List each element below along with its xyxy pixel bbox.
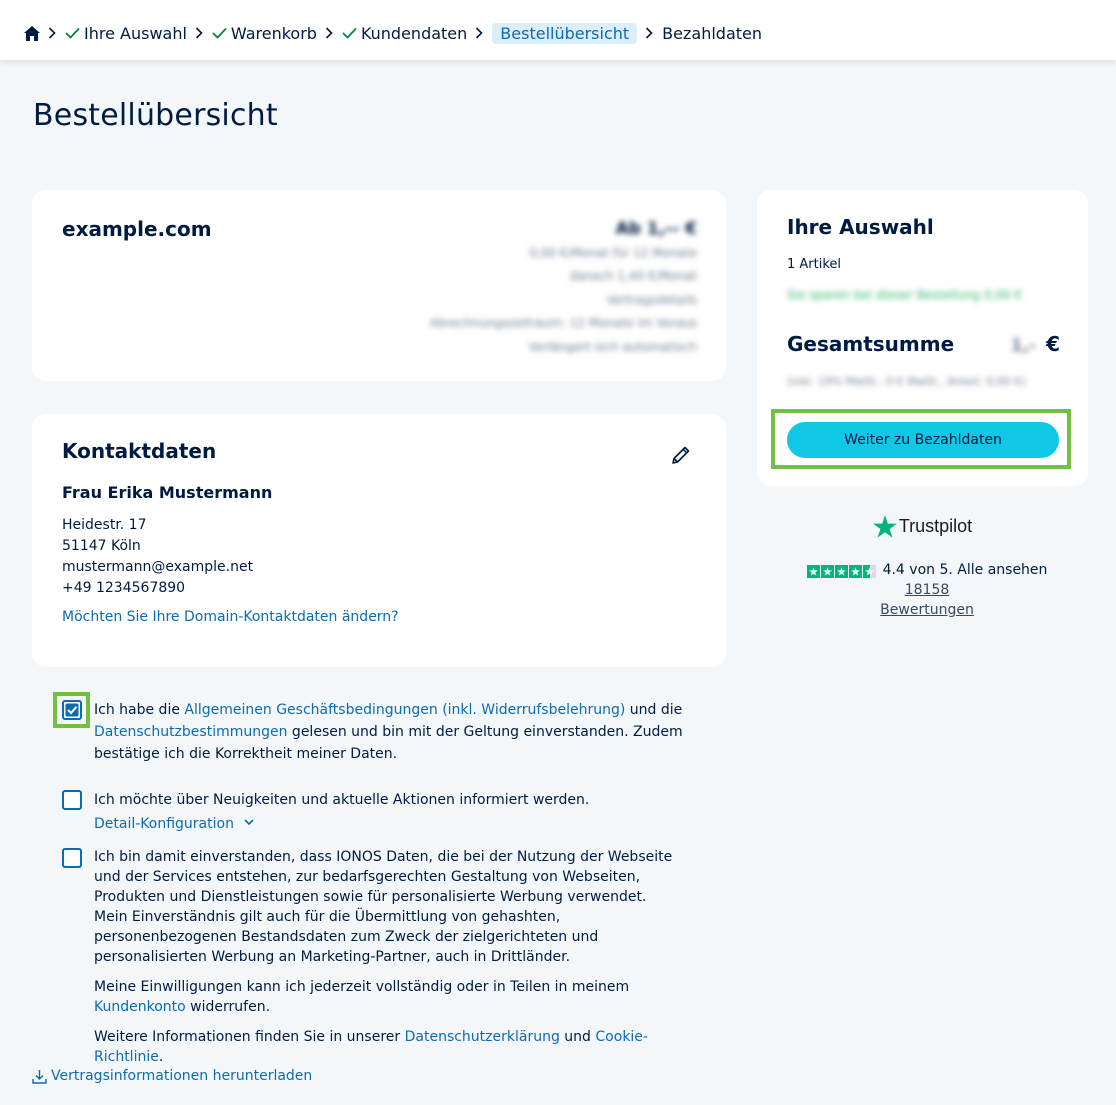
continue-button-highlight: Weiter zu Bezahldaten [771,409,1071,469]
top-bar: Ihre Auswahl Warenkorb Kundendaten Beste… [0,0,1116,60]
contact-street: Heidestr. 17 [62,517,147,533]
privacy-link[interactable]: Datenschutzbestimmungen [94,724,287,740]
customer-account-link[interactable]: Kundenkonto [94,999,186,1015]
total-label: Gesamtsumme [787,332,955,356]
reviews-count-link[interactable]: 18158 [905,582,950,598]
breadcrumb-label: Kundendaten [360,23,468,43]
more-info-paragraph: Weitere Informationen finden Sie in unse… [94,1027,679,1067]
contact-address: Heidestr. 17 51147 Köln mustermann@examp… [62,515,253,599]
newsletter-text: Ich möchte über Neuigkeiten und aktuelle… [94,792,590,808]
breadcrumb-label: Ihre Auswahl [84,23,187,43]
revoke-paragraph: Meine Einwilligungen kann ich jederzeit … [94,977,679,1017]
change-contact-link[interactable]: Möchten Sie Ihre Domain-Kontaktdaten änd… [62,609,399,625]
breadcrumb-bezahldaten: Bezahldaten [662,23,762,43]
trustpilot-rating: 4.4 von 5. Alle ansehen 18158 Bewertunge… [787,560,1067,620]
domain-name: example.com [62,217,212,241]
newsletter-checkbox[interactable] [62,790,82,810]
reviews-label-link[interactable]: Bewertungen [880,602,974,618]
check-icon [342,27,357,39]
domain-card: example.com Ab 1,-- € 0,00 €/Monat für 1… [32,190,726,381]
star-icon [848,565,862,578]
summary-title: Ihre Auswahl [787,215,934,239]
chevron-right-icon [475,27,483,39]
download-label: Vertragsinformationen herunterladen [51,1068,313,1084]
order-summary-card: Ihre Auswahl 1 Artikel Sie sparen bei di… [757,190,1088,486]
total-value: 1,- [1010,336,1037,356]
chevron-right-icon [325,27,333,39]
info-text: . [158,1049,164,1065]
download-contract-info-link[interactable]: Vertragsinformationen herunterladen [32,1068,312,1084]
home-icon[interactable] [24,25,40,41]
agb-consent-text: Ich habe die Allgemeinen Geschäftsbeding… [94,699,684,765]
domain-price-details: Ab 1,-- € 0,00 €/Monat für 12 Monate dan… [430,218,697,359]
star-icon [834,565,848,578]
currency-symbol: € [1046,332,1060,356]
rating-stars [806,565,877,578]
check-icon [212,27,227,39]
page-title: Bestellübersicht [33,98,278,133]
agb-text: Ich habe die [94,702,185,718]
chevron-down-icon [244,819,254,826]
privacy-statement-link[interactable]: Datenschutzerklärung [405,1029,560,1045]
breadcrumb-warenkorb[interactable]: Warenkorb [212,24,317,43]
total-price: 1,- € [1011,332,1060,356]
star-half-icon [862,565,876,578]
data-usage-consent-text: Ich bin damit einverstanden, dass IONOS … [94,847,679,1077]
trustpilot-widget: Trustpilot 4.4 von 5. Alle ansehen 18158… [757,515,1088,618]
rating-text: 4.4 von 5. Alle ansehen [882,562,1048,578]
vat-note: (inkl. 19% MwSt., 0 € MwSt., Anteil: 0,0… [787,375,1026,388]
contact-phone: +49 1234567890 [62,580,186,596]
trustpilot-star-icon [872,515,897,538]
revoke-text: Meine Einwilligungen kann ich jederzeit … [94,979,630,995]
contact-card: Kontaktdaten Frau Erika Mustermann Heide… [32,414,726,667]
info-text: und [559,1029,596,1045]
price-line: danach 1,40 €/Monat [569,269,697,283]
breadcrumb-kundendaten[interactable]: Kundendaten [342,24,467,43]
revoke-text: widerrufen. [185,999,271,1015]
agb-checkbox[interactable] [62,700,82,720]
info-text: Weitere Informationen finden Sie in unse… [94,1029,405,1045]
contract-details-link[interactable]: Vertragsdetails [430,289,697,313]
terms-link[interactable]: Allgemeinen Geschäftsbedingungen (inkl. … [184,702,625,718]
star-icon [820,565,834,578]
agb-text: und die [625,702,683,718]
breadcrumb-label: Warenkorb [230,23,317,43]
contact-email: mustermann@example.net [62,559,254,575]
contact-city: 51147 Köln [62,538,141,554]
data-usage-paragraph: Ich bin damit einverstanden, dass IONOS … [94,849,673,965]
check-icon [65,27,80,39]
price-line: 0,00 €/Monat für 12 Monate [529,245,697,260]
detail-config-toggle[interactable]: Detail-Konfiguration [94,813,684,835]
chevron-right-icon [195,27,203,39]
download-icon [32,1069,47,1084]
breadcrumb-ihre-auswahl[interactable]: Ihre Auswahl [65,24,187,43]
chevron-right-icon [48,27,56,39]
breadcrumb-bestelluebersicht: Bestellübersicht [492,22,638,44]
price-line: Verlängert sich automatisch [528,339,698,354]
price-line: Abrechnungszeitraum: 12 Monate im Voraus [429,316,697,330]
continue-to-payment-button[interactable]: Weiter zu Bezahldaten [787,422,1059,458]
data-usage-checkbox[interactable] [62,848,82,868]
newsletter-consent-text: Ich möchte über Neuigkeiten und aktuelle… [94,789,684,835]
item-count: 1 Artikel [787,257,842,272]
pencil-icon[interactable] [670,444,692,466]
contact-title: Kontaktdaten [62,439,217,463]
trustpilot-brand: Trustpilot [898,516,973,536]
chevron-right-icon [645,27,653,39]
savings-note: Sie sparen bei dieser Bestellung 0,00 € [787,288,1023,302]
detail-config-label: Detail-Konfiguration [94,816,234,832]
contact-name: Frau Erika Mustermann [62,483,273,502]
star-icon [806,565,820,578]
trustpilot-logo[interactable]: Trustpilot [872,515,973,538]
domain-price: Ab 1,-- € [615,219,697,239]
breadcrumb: Ihre Auswahl Warenkorb Kundendaten Beste… [24,0,762,66]
